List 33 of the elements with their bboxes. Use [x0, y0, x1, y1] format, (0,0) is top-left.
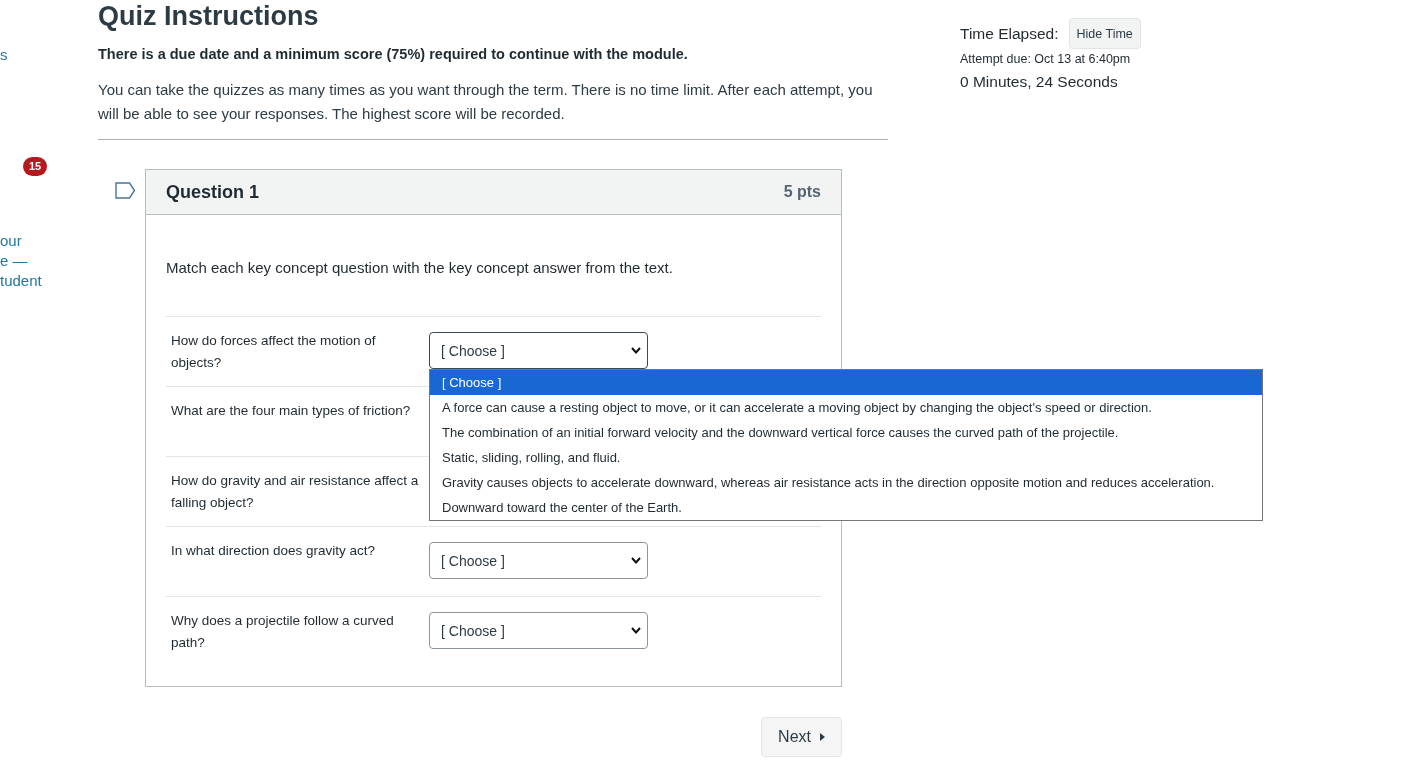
requirement-text: There is a due date and a minimum score (75%) required to continue with the module. — [98, 45, 689, 64]
dropdown-option[interactable]: Static, sliding, rolling, and fluid. — [430, 445, 1262, 470]
caret-right-icon — [820, 733, 825, 741]
hide-time-button[interactable]: Hide Time — [1068, 18, 1141, 49]
instructions-text: You can take the quizzes as many times as you want through the term. There is no time limit. After each attempt, you will be able to see your responses. The highest score will be recorded. — [98, 80, 874, 124]
next-button[interactable]: Next — [761, 717, 842, 757]
match-question-text: How do forces affect the motion of objects? — [171, 332, 377, 372]
answer-select[interactable]: [ Choose ] — [429, 332, 648, 369]
attempt-due-text: Attempt due: Oct 13 at 6:40pm — [960, 51, 1132, 68]
match-question-text: What are the four main types of friction? — [171, 402, 412, 420]
dropdown-option[interactable]: Gravity causes objects to accelerate downward, whereas air resistance acts in the direction opposite motion and reduces acceleration. — [430, 470, 1262, 495]
chevron-down-icon — [631, 627, 641, 634]
elapsed-time-text: 0 Minutes, 24 Seconds — [960, 72, 1119, 92]
page-title: Quiz Instructions — [98, 0, 320, 32]
nav-link[interactable]: s — [0, 45, 8, 65]
notification-badge: 15 — [23, 157, 48, 176]
nav-link[interactable]: our e — tudent — [0, 231, 42, 291]
flag-icon[interactable] — [115, 182, 136, 199]
match-question-text: Why does a projectile follow a curved path? — [171, 612, 395, 652]
chevron-down-icon — [631, 557, 641, 564]
time-elapsed-label: Time Elapsed: — [960, 23, 1059, 44]
dropdown-option[interactable]: [ Choose ] — [430, 370, 1262, 395]
dropdown-option[interactable]: Downward toward the center of the Earth. — [430, 495, 1262, 520]
chevron-down-icon — [631, 347, 641, 354]
question-prompt: Match each key concept question with the key concept answer from the text. — [166, 258, 674, 278]
match-question-text: How do gravity and air resistance affect a falling object? — [171, 472, 420, 512]
answer-select[interactable]: [ Choose ] — [429, 612, 648, 649]
answer-select[interactable]: [ Choose ] — [429, 542, 648, 579]
dropdown-option[interactable]: The combination of an initial forward velocity and the downward vertical force causes the curved path of the projectile. — [430, 420, 1262, 445]
question-title: Question 1 — [166, 181, 259, 203]
dropdown-option[interactable]: A force can cause a resting object to move, or it can accelerate a moving object by changing the object's speed or direction. — [430, 395, 1262, 420]
question-points: 5 pts — [783, 183, 821, 201]
match-question-text: In what direction does gravity act? — [171, 542, 377, 560]
